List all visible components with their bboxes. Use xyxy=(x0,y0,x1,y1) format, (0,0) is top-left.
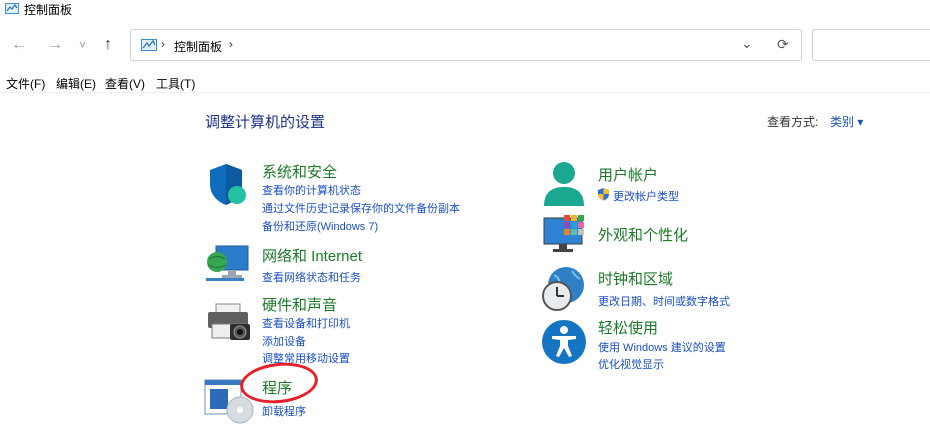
link-view-computer-status[interactable]: 查看你的计算机状态 xyxy=(262,182,361,198)
recent-locations-button[interactable]: ˅ xyxy=(79,38,86,52)
window-title: 控制面板 xyxy=(24,3,73,17)
link-change-account-type[interactable]: 更改帐户类型 xyxy=(613,188,679,204)
link-change-date-time[interactable]: 更改日期、时间或数字格式 xyxy=(598,293,730,309)
link-devices-printers[interactable]: 查看设备和打印机 xyxy=(262,315,350,331)
link-recommended-settings[interactable]: 使用 Windows 建议的设置 xyxy=(598,339,726,355)
clock-globe-icon[interactable] xyxy=(540,265,588,313)
view-by-label: 查看方式: xyxy=(767,115,819,129)
address-bar[interactable]: › 控制面板 › ⌄ ⟳ xyxy=(130,29,802,61)
printer-camera-icon[interactable] xyxy=(206,302,252,344)
menu-tools[interactable]: 工具(T) xyxy=(156,75,195,92)
link-backup-restore[interactable]: 备份和还原(Windows 7) xyxy=(262,218,378,234)
breadcrumb-separator[interactable]: › xyxy=(161,37,165,51)
accessibility-icon[interactable] xyxy=(541,319,587,365)
menu-edit[interactable]: 编辑(E) xyxy=(56,75,96,92)
link-file-history-backup[interactable]: 通过文件历史记录保存你的文件备份副本 xyxy=(262,200,460,216)
category-ease-of-access[interactable]: 轻松使用 xyxy=(598,317,658,338)
refresh-button[interactable]: ⟳ xyxy=(777,36,789,53)
category-hardware-sound[interactable]: 硬件和声音 xyxy=(262,294,337,315)
category-clock-region[interactable]: 时钟和区域 xyxy=(598,268,673,289)
link-network-status[interactable]: 查看网络状态和任务 xyxy=(262,269,361,285)
search-input[interactable] xyxy=(812,29,930,61)
control-panel-icon xyxy=(141,39,157,51)
category-system-security[interactable]: 系统和安全 xyxy=(262,161,337,182)
user-icon[interactable] xyxy=(542,160,586,208)
chevron-down-icon: ▾ xyxy=(857,115,864,129)
view-by-dropdown[interactable]: 类别 ▾ xyxy=(830,113,863,130)
breadcrumb-separator[interactable]: › xyxy=(229,37,233,51)
page-title: 调整计算机的设置 xyxy=(205,114,326,131)
link-add-device[interactable]: 添加设备 xyxy=(262,333,306,349)
menu-file[interactable]: 文件(F) xyxy=(6,75,45,92)
category-network-internet[interactable]: 网络和 Internet xyxy=(262,245,362,266)
category-user-accounts[interactable]: 用户帐户 xyxy=(598,164,658,185)
address-dropdown-button[interactable]: ⌄ xyxy=(741,35,753,52)
divider xyxy=(0,92,930,93)
up-button[interactable]: ↑ xyxy=(104,36,112,54)
uac-shield-icon xyxy=(598,188,609,201)
link-optimize-visual-display[interactable]: 优化视觉显示 xyxy=(598,356,664,372)
monitor-icon[interactable] xyxy=(542,214,590,258)
network-globe-icon[interactable] xyxy=(204,242,250,286)
control-panel-icon xyxy=(5,3,19,14)
category-appearance[interactable]: 外观和个性化 xyxy=(598,224,688,245)
title-bar: 控制面板 xyxy=(0,0,930,24)
view-by-value[interactable]: 类别 xyxy=(830,115,854,129)
breadcrumb-control-panel[interactable]: 控制面板 xyxy=(174,38,222,55)
link-uninstall-program[interactable]: 卸载程序 xyxy=(262,403,306,419)
menu-view[interactable]: 查看(V) xyxy=(105,75,145,92)
back-button[interactable]: ← xyxy=(11,36,27,54)
shield-icon[interactable] xyxy=(206,162,250,208)
forward-button[interactable]: → xyxy=(47,36,63,54)
